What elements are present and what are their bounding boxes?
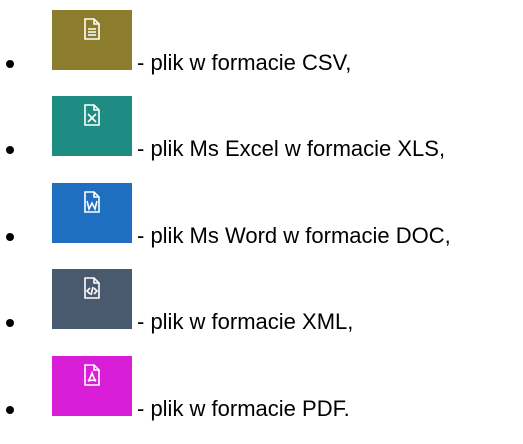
list-item-xml: - plik w formacie XML, xyxy=(0,269,523,339)
item-label: - plik Ms Word w formacie DOC, xyxy=(137,223,451,248)
list-item-doc: - plik Ms Word w formacie DOC, xyxy=(0,183,523,253)
bullet xyxy=(6,233,14,241)
bullet xyxy=(6,146,14,154)
bullet xyxy=(6,60,14,68)
list-item-csv: - plik w formacie CSV, xyxy=(0,10,523,80)
file-format-list: - plik w formacie CSV, - plik Ms Excel w… xyxy=(0,0,523,444)
list-item-xls: - plik Ms Excel w formacie XLS, xyxy=(0,96,523,166)
xls-file-icon[interactable] xyxy=(52,96,132,156)
pdf-file-icon[interactable] xyxy=(52,356,132,416)
item-label: - plik w formacie PDF. xyxy=(137,396,350,421)
doc-file-icon[interactable] xyxy=(52,183,132,243)
xml-file-icon[interactable] xyxy=(52,269,132,329)
bullet xyxy=(6,406,14,414)
list-item-pdf: - plik w formacie PDF. xyxy=(0,356,523,426)
bullet xyxy=(6,319,14,327)
item-label: - plik w formacie CSV, xyxy=(137,50,352,75)
item-label: - plik w formacie XML, xyxy=(137,309,354,334)
csv-file-icon[interactable] xyxy=(52,10,132,70)
item-label: - plik Ms Excel w formacie XLS, xyxy=(137,136,446,161)
